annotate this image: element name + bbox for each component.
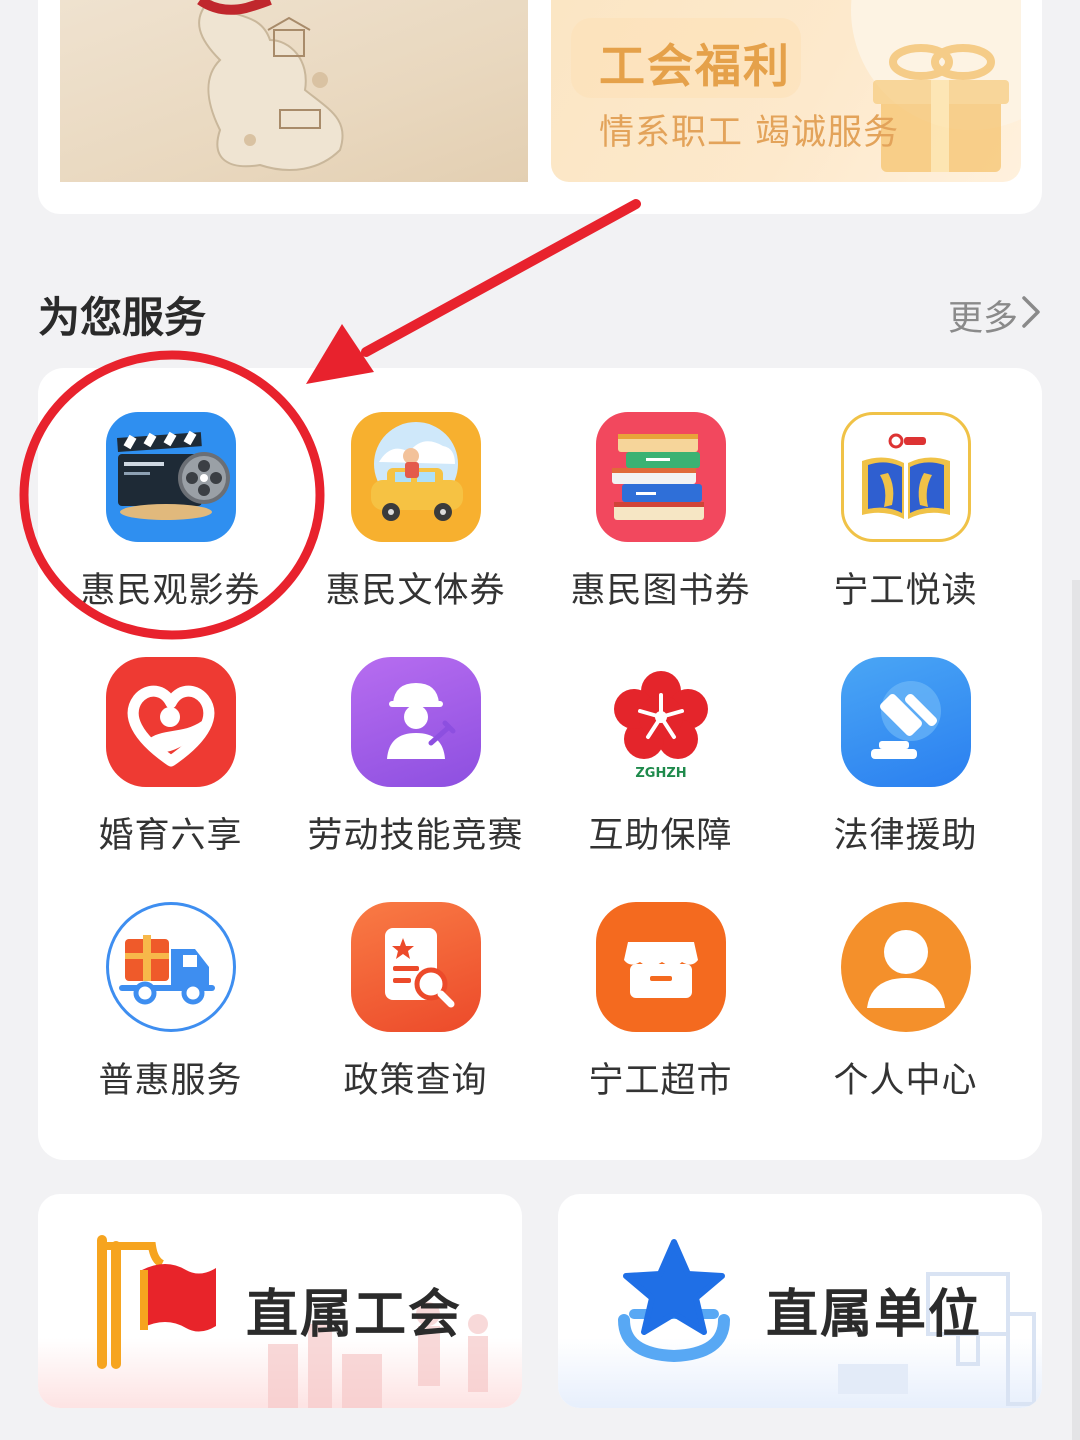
plum-flower-icon: ZGHZH bbox=[596, 657, 726, 787]
service-sports-voucher[interactable]: 惠民文体券 bbox=[293, 412, 538, 642]
travel-car-icon bbox=[351, 412, 481, 542]
store-icon bbox=[596, 902, 726, 1032]
service-label: 婚育六享 bbox=[98, 816, 243, 856]
service-inclusive[interactable]: 普惠服务 bbox=[48, 902, 293, 1132]
map-banner-image[interactable] bbox=[60, 0, 528, 182]
direct-unit-label: 直属单位 bbox=[766, 1285, 983, 1345]
heart-hand-icon bbox=[106, 657, 236, 787]
service-ningong-reading[interactable]: 宁工悦读 bbox=[783, 412, 1028, 642]
user-icon bbox=[841, 902, 971, 1032]
document-search-icon bbox=[351, 902, 481, 1032]
service-label: 惠民文体券 bbox=[325, 571, 506, 611]
service-personal-center[interactable]: 个人中心 bbox=[783, 902, 1028, 1132]
chevron-right-icon[interactable] bbox=[1020, 294, 1042, 330]
direct-unit-card[interactable]: 直属单位 bbox=[558, 1194, 1042, 1408]
film-reel-icon bbox=[106, 412, 236, 542]
service-label: 政策查询 bbox=[343, 1061, 488, 1101]
services-grid: 惠民观影券 惠民文体券 惠民图书券 宁工悦读 婚育六享 劳动技能竞赛 ZGHZH… bbox=[38, 368, 1042, 1160]
service-label: 惠民观影券 bbox=[80, 571, 261, 611]
banner-subtitle: 情系职工 竭诚服务 bbox=[599, 113, 900, 153]
worker-icon bbox=[351, 657, 481, 787]
service-mutual-aid[interactable]: ZGHZH 互助保障 bbox=[538, 657, 783, 887]
service-marriage-birth[interactable]: 婚育六享 bbox=[48, 657, 293, 887]
section-title: 为您服务 bbox=[38, 293, 207, 342]
service-skills-contest[interactable]: 劳动技能竞赛 bbox=[293, 657, 538, 887]
banner-card: 工会福利 情系职工 竭诚服务 bbox=[38, 0, 1042, 214]
welfare-banner[interactable]: 工会福利 情系职工 竭诚服务 bbox=[551, 0, 1021, 182]
mutual-aid-badge: ZGHZH bbox=[635, 766, 686, 781]
star-badge-icon bbox=[618, 1239, 730, 1363]
service-label: 法律援助 bbox=[833, 816, 978, 856]
flag-icon bbox=[97, 1235, 216, 1369]
service-book-voucher[interactable]: 惠民图书券 bbox=[538, 412, 783, 642]
service-label: 宁工超市 bbox=[588, 1061, 733, 1101]
more-link[interactable]: 更多 bbox=[948, 290, 1018, 341]
service-label: 宁工悦读 bbox=[833, 571, 978, 611]
service-label: 互助保障 bbox=[588, 816, 733, 856]
service-label: 劳动技能竞赛 bbox=[307, 816, 524, 856]
books-stack-icon bbox=[596, 412, 726, 542]
service-label: 惠民图书券 bbox=[570, 571, 751, 611]
open-book-icon bbox=[841, 412, 971, 542]
gavel-icon bbox=[841, 657, 971, 787]
service-policy-search[interactable]: 政策查询 bbox=[293, 902, 538, 1132]
scrollbar[interactable] bbox=[1072, 580, 1080, 1440]
service-movie-voucher[interactable]: 惠民观影券 bbox=[48, 412, 293, 642]
service-ningong-market[interactable]: 宁工超市 bbox=[538, 902, 783, 1132]
delivery-truck-icon bbox=[106, 902, 236, 1032]
direct-union-card[interactable]: 直属工会 bbox=[38, 1194, 522, 1408]
direct-union-label: 直属工会 bbox=[246, 1285, 463, 1345]
banner-title: 工会福利 bbox=[599, 39, 791, 93]
service-label: 普惠服务 bbox=[98, 1061, 243, 1101]
service-label: 个人中心 bbox=[833, 1061, 978, 1101]
service-legal-aid[interactable]: 法律援助 bbox=[783, 657, 1028, 887]
annotation-arrow bbox=[306, 199, 641, 384]
